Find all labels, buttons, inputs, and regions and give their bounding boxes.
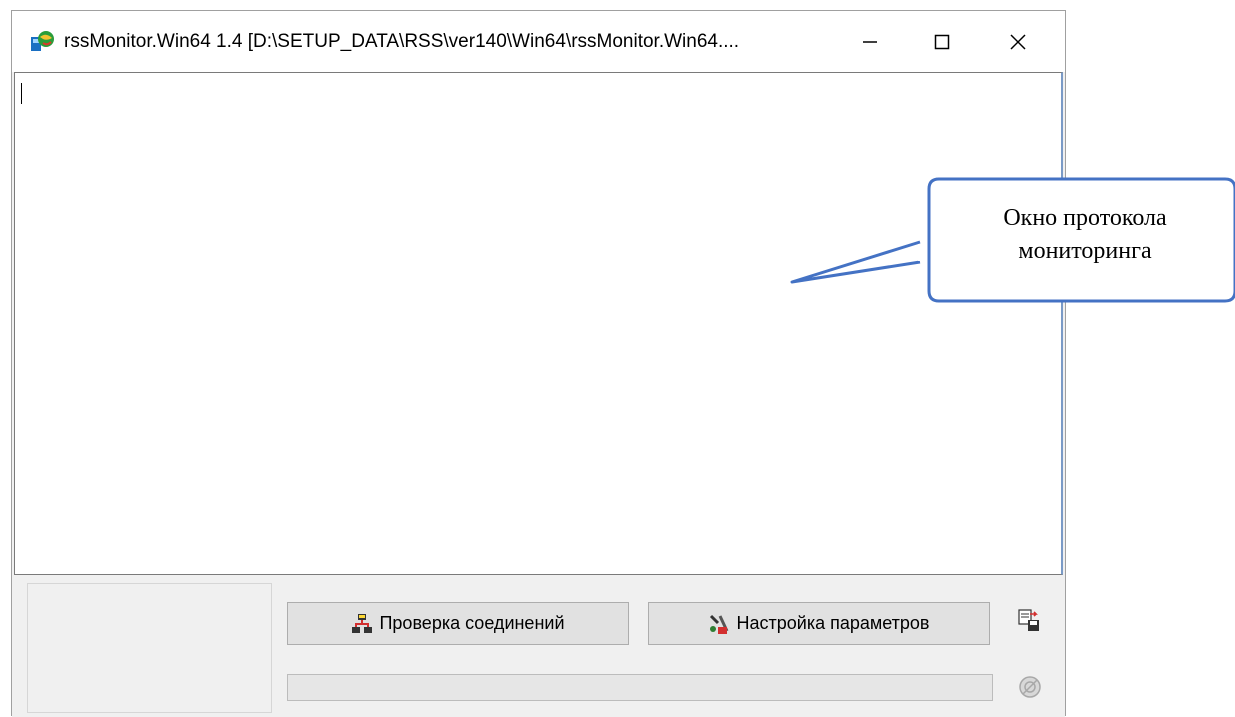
settings-button[interactable]: Настройка параметров [648, 602, 990, 645]
check-connections-label: Проверка соединений [379, 613, 565, 633]
check-connections-button[interactable]: Проверка соединений [287, 602, 629, 645]
save-log-button[interactable] [1009, 600, 1049, 640]
save-log-icon [1018, 609, 1039, 631]
maximize-icon [934, 34, 950, 49]
settings-label: Настройка параметров [736, 613, 930, 633]
minimize-icon [863, 40, 877, 43]
close-icon [1010, 33, 1026, 50]
disabled-action-button[interactable] [1015, 672, 1045, 702]
bottom-panel: Проверка соединений Настройка параметров [12, 576, 1065, 717]
maximize-button[interactable] [914, 11, 970, 72]
app-globe-icon [31, 31, 54, 51]
callout-pointer [790, 240, 924, 284]
callout-line-1: Окно протокола [1003, 205, 1167, 231]
progress-bar [287, 674, 993, 701]
callout-text: Окно протокола мониторинга [940, 202, 1230, 268]
window-title: rssMonitor.Win64 1.4 [D:\SETUP_DATA\RSS\… [64, 31, 740, 52]
monitoring-log-textarea[interactable] [14, 72, 1063, 575]
status-box [27, 583, 272, 713]
title-bar[interactable]: rssMonitor.Win64 1.4 [D:\SETUP_DATA\RSS\… [12, 11, 1065, 72]
disabled-circle-icon [1019, 676, 1041, 698]
text-caret [21, 83, 22, 104]
tools-icon [710, 614, 729, 634]
app-window: rssMonitor.Win64 1.4 [D:\SETUP_DATA\RSS\… [11, 10, 1066, 717]
network-icon [352, 613, 373, 633]
close-button[interactable] [990, 11, 1046, 72]
minimize-button[interactable] [842, 11, 898, 72]
callout-line-2: мониторинга [1018, 238, 1152, 264]
